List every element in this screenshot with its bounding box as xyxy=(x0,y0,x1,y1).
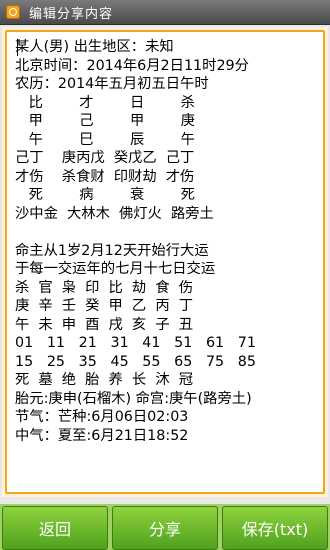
content-line: 己丁 庚丙戊 癸戊乙 己丁 xyxy=(15,150,195,166)
content-line: 15 25 35 45 55 65 75 85 xyxy=(15,353,256,370)
content-line: 午 巳 辰 午 xyxy=(15,131,195,148)
content-line: 中气：夏至:6月21日18:52 xyxy=(15,427,189,444)
content-line: 才伤 杀食财 印财劫 才伤 xyxy=(15,168,195,185)
save-txt-button[interactable]: 保存(txt) xyxy=(222,506,328,550)
share-button[interactable]: 分享 xyxy=(112,506,218,550)
share-text-editor[interactable]: 某人(男) 出生地区：未知 北京时间：2014年6月2日11时29分 农历：20… xyxy=(5,30,325,494)
content-panel: 某人(男) 出生地区：未知 北京时间：2014年6月2日11时29分 农历：20… xyxy=(2,27,328,497)
content-line: 于每一交运年的七月十七日交运 xyxy=(15,261,216,277)
content-line: 比 才 日 杀 xyxy=(15,94,195,111)
text-cursor xyxy=(17,39,18,56)
title-bar: 编辑分享内容 xyxy=(0,0,330,25)
content-line: 甲 己 甲 庚 xyxy=(15,113,195,129)
content-line: 杀 官 枭 印 比 劫 食 伤 xyxy=(15,279,193,296)
content-line: 死 病 衰 死 xyxy=(15,187,195,203)
content-line: 节气：芒种:6月06日02:03 xyxy=(15,409,189,425)
app-gear-icon xyxy=(6,5,20,19)
content-line: 命主从1岁2月12天开始行大运 xyxy=(15,242,209,259)
content-line: 北京时间：2014年6月2日11时29分 xyxy=(15,57,249,74)
content-line: 庚 辛 壬 癸 甲 乙 丙 丁 xyxy=(15,298,193,314)
content-line-blank xyxy=(15,223,319,242)
back-button[interactable]: 返回 xyxy=(2,506,108,550)
content-lines: 某人(男) 出生地区：未知 北京时间：2014年6月2日11时29分 农历：20… xyxy=(15,38,319,445)
content-line: 沙中金 大林木 佛灯火 路旁土 xyxy=(15,205,214,222)
content-line: 午 未 申 酉 戌 亥 子 丑 xyxy=(15,316,193,333)
bottom-button-bar: 返回 分享 保存(txt) xyxy=(0,504,330,550)
content-line: 01 11 21 31 41 51 61 71 xyxy=(15,335,256,351)
content-line: 某人(男) 出生地区：未知 xyxy=(15,39,174,55)
content-line: 胎元:庚申(石榴木) 命宫:庚午(路旁土) xyxy=(15,390,252,407)
content-line: 死 墓 绝 胎 养 长 沐 冠 xyxy=(15,372,193,388)
window-title: 编辑分享内容 xyxy=(29,6,114,22)
content-line: 农历：2014年五月初五日午时 xyxy=(15,76,209,92)
